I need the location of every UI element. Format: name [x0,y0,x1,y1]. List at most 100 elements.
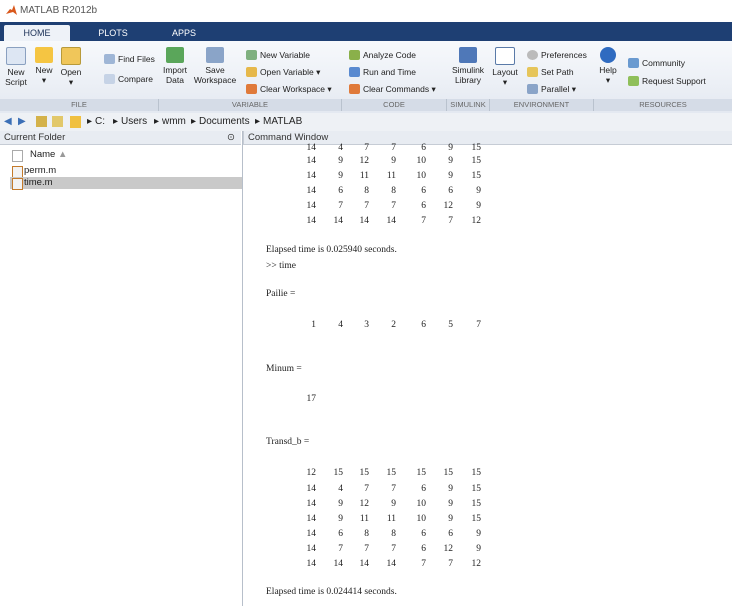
window-title: MATLAB R2012b [20,5,98,16]
matrix-cell: 14 [359,216,370,226]
group-code: CODE [342,99,447,111]
tab-plots[interactable]: PLOTS [84,25,142,41]
matrix-cell: 14 [306,156,317,166]
matrix-cell: 12 [359,499,370,509]
matrix-cell: 11 [359,171,369,181]
command-window[interactable]: Command Window 14 4 7 7 6 9 15 14 9 12 9 10 9 15 14 9 11… [243,131,732,606]
save-icon [206,47,224,63]
address-bar: ◀ ▶ ▸ C: ▸ Users ▸ wmm ▸ Documents ▸ MAT… [0,113,732,132]
request-support-button[interactable]: Request Support [628,76,706,86]
matrix-cell: 9 [476,544,481,554]
back-arrow-icon[interactable]: ◀ [4,116,12,127]
file-item-time[interactable]: time.m [10,177,242,190]
matrix-cell: 7 [391,544,396,554]
matrix-cell: 15 [471,514,482,524]
breadcrumb-wmm[interactable]: wmm [162,116,186,127]
matrix-cell: 11 [386,171,396,181]
matrix-cell: 14 [306,484,317,494]
browse-folder-icon[interactable] [52,116,63,127]
save-workspace-button[interactable]: Save Workspace [193,47,237,85]
matrix-cell: 9 [448,514,453,524]
analyze-code-icon [349,50,360,60]
matrix-cell: 7 [448,559,453,569]
matrix-cell: 7 [391,143,396,153]
matrix-cell: 15 [333,468,344,478]
matrix-cell: 4 [338,143,343,153]
new-variable-button[interactable]: New Variable [246,50,310,60]
matrix-cell: 9 [338,156,343,166]
matrix-cell: 6 [448,529,453,539]
matrix-cell: 9 [338,499,343,509]
matrix-cell: 7 [364,484,369,494]
matrix-cell: 7 [364,143,369,153]
matrix-cell: 7 [421,216,426,226]
matrix-cell: 14 [306,186,317,196]
matrix-cell: 9 [448,143,453,153]
matrix-cell: 9 [448,484,453,494]
matrix-cell: 14 [386,216,397,226]
set-path-icon [527,67,538,77]
column-header-name[interactable]: Name ▲ [10,149,242,162]
clear-workspace-icon [246,84,257,94]
tab-home[interactable]: HOME [4,25,70,41]
matrix-cell: 14 [306,559,317,569]
matrix-cell: 3 [364,320,369,330]
new-button[interactable]: New ▾ [32,47,56,85]
simulink-library-button[interactable]: Simulink Library [449,47,487,85]
panel-menu-icon[interactable]: ⊙ [227,131,235,145]
matrix-cell: 9 [448,171,453,181]
preferences-button[interactable]: Preferences [527,50,587,60]
matrix-cell: 6 [421,201,426,211]
matrix-cell: 14 [306,143,317,153]
elapsed-time-2: Elapsed time is 0.024414 seconds. [266,587,397,597]
tab-apps[interactable]: APPS [155,25,213,41]
breadcrumb-users[interactable]: Users [121,116,147,127]
matrix-cell: 4 [338,484,343,494]
matrix-cell: 17 [306,394,317,404]
clear-workspace-button[interactable]: Clear Workspace ▾ [246,84,332,95]
matlab-logo-icon [6,5,17,15]
help-button[interactable]: Help ▾ [596,47,620,85]
matrix-cell: 9 [391,156,396,166]
open-variable-icon [246,67,257,77]
import-data-button[interactable]: Import Data [161,47,189,85]
clear-commands-button[interactable]: Clear Commands ▾ [349,84,436,95]
compare-button[interactable]: Compare [104,74,153,84]
transd-label: Transd_b = [266,437,310,447]
new-variable-icon [246,50,257,60]
open-button[interactable]: Open ▾ [58,47,84,87]
file-item-perm[interactable]: perm.m [10,165,242,178]
parallel-button[interactable]: Parallel ▾ [527,84,576,95]
run-time-icon [349,67,360,77]
matrix-cell: 6 [421,544,426,554]
matrix-cell: 7 [391,201,396,211]
run-and-time-button[interactable]: Run and Time [349,67,416,77]
matrix-cell: 15 [471,468,482,478]
matrix-cell: 7 [476,320,481,330]
matrix-cell: 15 [416,468,427,478]
matrix-cell: 6 [421,529,426,539]
matrix-cell: 14 [359,559,370,569]
forward-arrow-icon[interactable]: ▶ [18,116,26,127]
command-window-header: Command Window [243,131,732,145]
open-variable-button[interactable]: Open Variable ▾ [246,67,320,78]
breadcrumb-matlab[interactable]: MATLAB [263,116,302,127]
folder-icon [70,116,81,128]
new-script-button[interactable]: New Script [3,47,29,87]
matrix-cell: 6 [421,484,426,494]
matrix-cell: 15 [359,468,370,478]
breadcrumb-documents[interactable]: Documents [199,116,250,127]
matrix-cell: 6 [338,529,343,539]
community-button[interactable]: Community [628,58,685,68]
set-path-button[interactable]: Set Path [527,67,574,77]
matrix-cell: 10 [416,499,427,509]
breadcrumb-drive[interactable]: C: [95,116,105,127]
analyze-code-button[interactable]: Analyze Code [349,50,416,60]
checkbox-icon [12,150,23,162]
layout-button[interactable]: Layout ▾ [491,47,519,87]
up-folder-icon[interactable] [36,116,47,127]
matrix-cell: 15 [471,156,482,166]
matrix-cell: 7 [338,544,343,554]
find-files-button[interactable]: Find Files [104,54,155,64]
matrix-cell: 7 [448,216,453,226]
